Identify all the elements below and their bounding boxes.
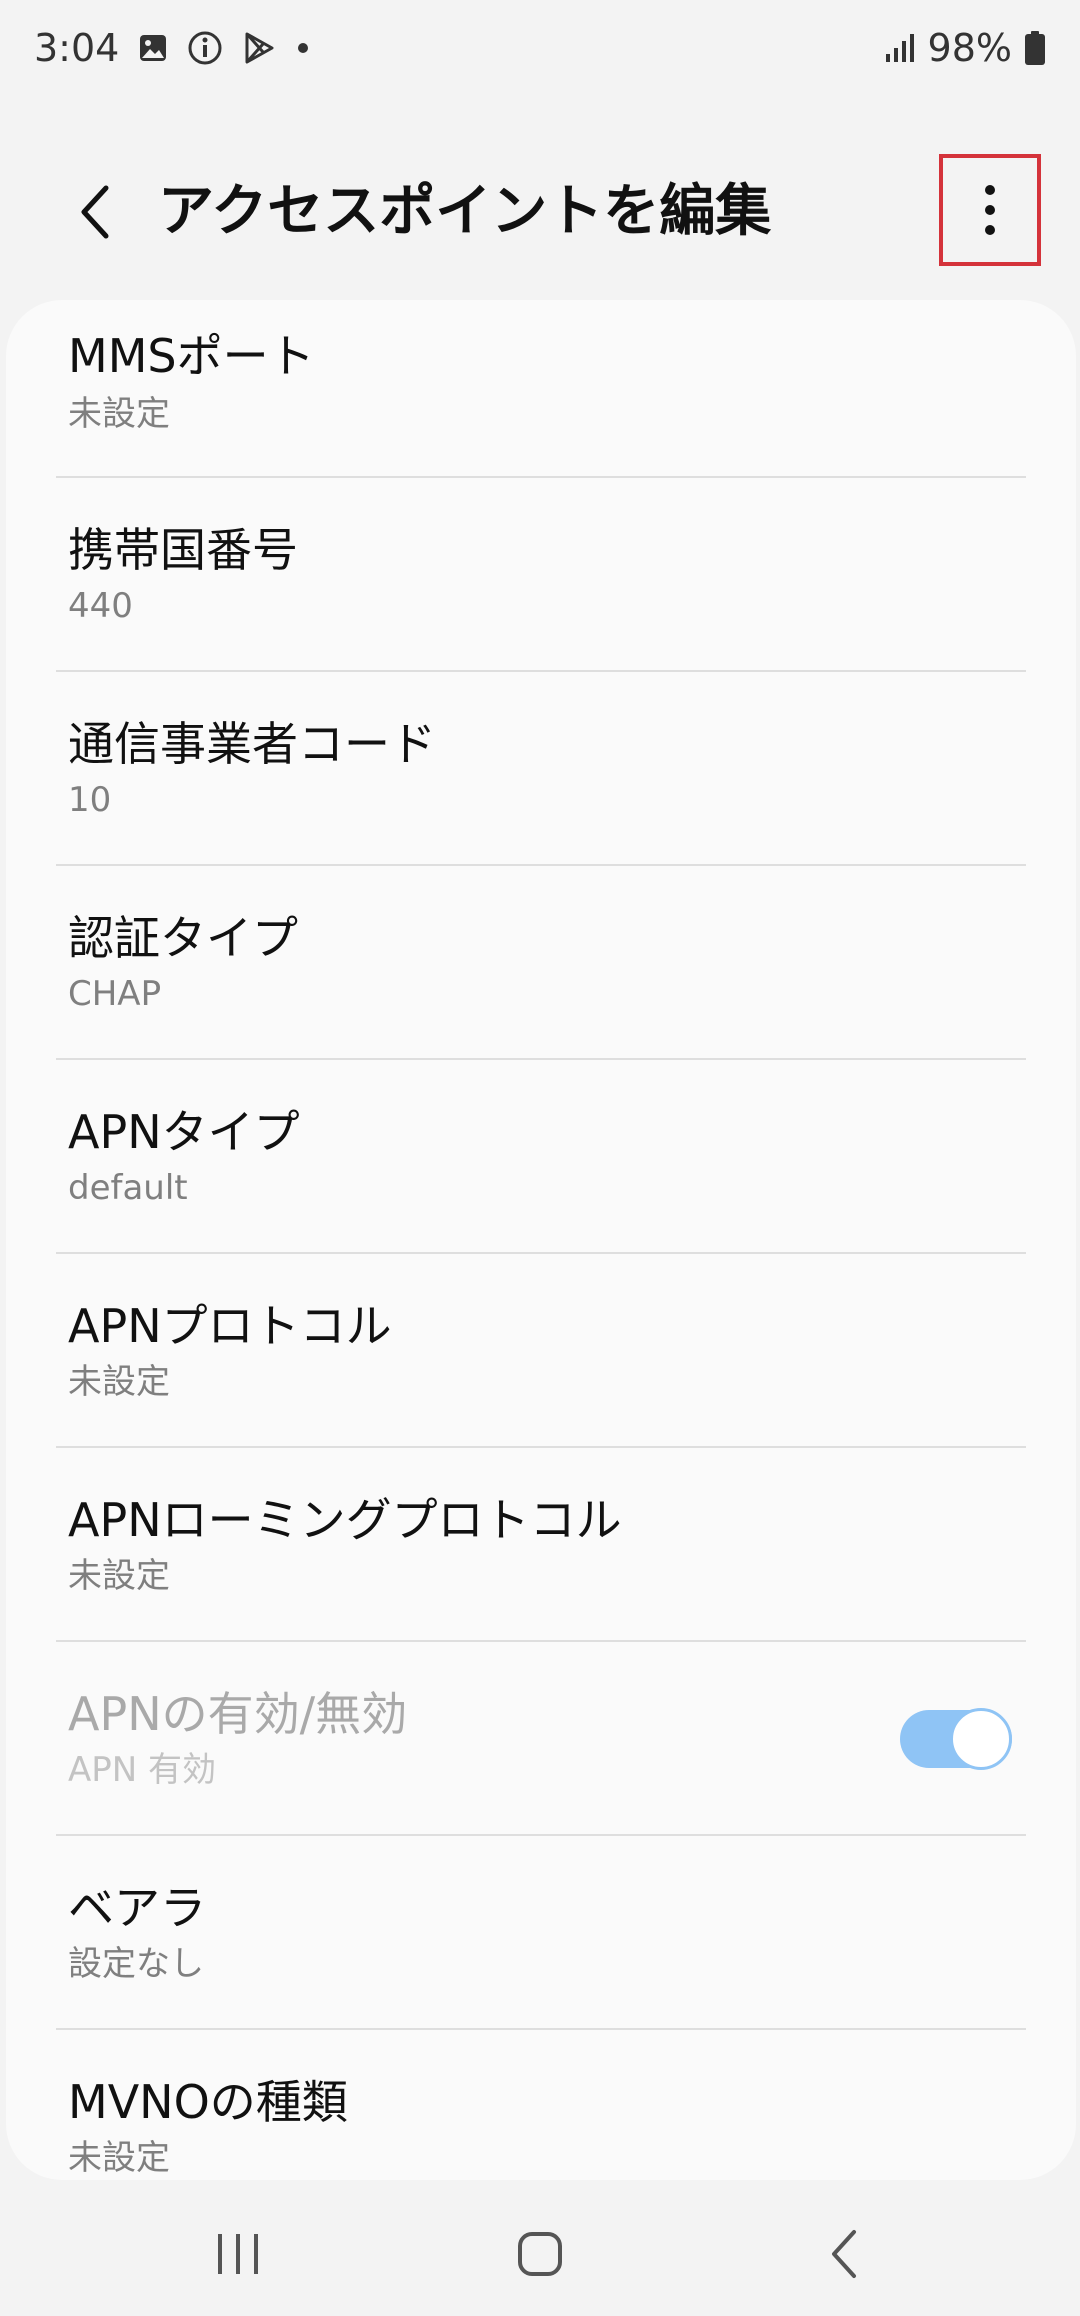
apn-enable-toggle[interactable] xyxy=(900,1708,1012,1770)
setting-value: 設定なし xyxy=(68,1944,204,1984)
recents-button[interactable] xyxy=(188,2214,288,2294)
nav-back-icon xyxy=(832,2230,856,2278)
info-icon xyxy=(187,30,223,66)
status-left: 3:04 xyxy=(34,26,311,70)
setting-bearer[interactable]: ベアラ 設定なし xyxy=(6,1836,1076,2030)
setting-apn-protocol[interactable]: APNプロトコル 未設定 xyxy=(6,1254,1076,1448)
navigation-bar xyxy=(0,2200,1080,2316)
setting-value: 未設定 xyxy=(68,1362,170,1402)
gallery-icon xyxy=(137,32,169,64)
setting-mcc[interactable]: 携帯国番号 440 xyxy=(6,478,1076,672)
app-bar: アクセスポイントを編集 xyxy=(0,150,1080,274)
setting-title: APNプロトコル xyxy=(68,1299,392,1353)
back-button[interactable] xyxy=(60,176,132,248)
chevron-left-icon xyxy=(81,185,109,239)
setting-mnc[interactable]: 通信事業者コード 10 xyxy=(6,672,1076,866)
setting-title: MVNOの種類 xyxy=(68,2075,348,2129)
home-icon xyxy=(518,2232,562,2276)
nav-back-button[interactable] xyxy=(794,2214,894,2294)
setting-value: 未設定 xyxy=(68,394,170,434)
setting-apn-type[interactable]: APNタイプ default xyxy=(6,1060,1076,1254)
setting-title: APNローミングプロトコル xyxy=(68,1493,622,1547)
signal-icon xyxy=(884,32,916,64)
setting-title: ベアラ xyxy=(68,1881,206,1935)
setting-value: 未設定 xyxy=(68,1556,170,1596)
status-bar: 3:04 98% xyxy=(0,0,1080,96)
toggle-knob xyxy=(950,1708,1012,1770)
setting-auth-type[interactable]: 認証タイプ CHAP xyxy=(6,866,1076,1060)
status-time: 3:04 xyxy=(34,26,120,70)
setting-value: default xyxy=(68,1168,188,1208)
setting-title: APNの有効/無効 xyxy=(68,1687,408,1741)
setting-title: MMSポート xyxy=(68,329,315,383)
setting-apn-enable[interactable]: APNの有効/無効 APN 有効 xyxy=(6,1642,1076,1836)
setting-value: 10 xyxy=(68,780,112,820)
play-store-icon xyxy=(241,30,277,66)
setting-mms-port[interactable]: MMSポート 未設定 xyxy=(6,300,1076,494)
setting-value: 440 xyxy=(68,586,133,626)
setting-value: CHAP xyxy=(68,974,162,1014)
status-right: 98% xyxy=(884,26,1046,70)
setting-title: 認証タイプ xyxy=(68,911,298,965)
more-vert-icon xyxy=(985,185,995,235)
battery-percent: 98% xyxy=(927,26,1012,70)
setting-apn-roaming-protocol[interactable]: APNローミングプロトコル 未設定 xyxy=(6,1448,1076,1642)
battery-icon xyxy=(1024,30,1046,66)
home-button[interactable] xyxy=(490,2214,590,2294)
page-title: アクセスポイントを編集 xyxy=(158,179,772,244)
setting-title: 通信事業者コード xyxy=(68,717,436,771)
dot-icon xyxy=(295,40,311,56)
more-options-button[interactable] xyxy=(939,154,1041,266)
settings-list: MMSポート 未設定 携帯国番号 440 通信事業者コード 10 認証タイプ C… xyxy=(6,300,1076,2180)
setting-value: 未設定 xyxy=(68,2138,170,2178)
setting-mvno-type[interactable]: MVNOの種類 未設定 xyxy=(6,2030,1076,2180)
setting-title: APNタイプ xyxy=(68,1105,300,1159)
setting-value: APN 有効 xyxy=(68,1750,217,1790)
recents-icon xyxy=(218,2234,258,2274)
setting-title: 携帯国番号 xyxy=(68,523,298,577)
